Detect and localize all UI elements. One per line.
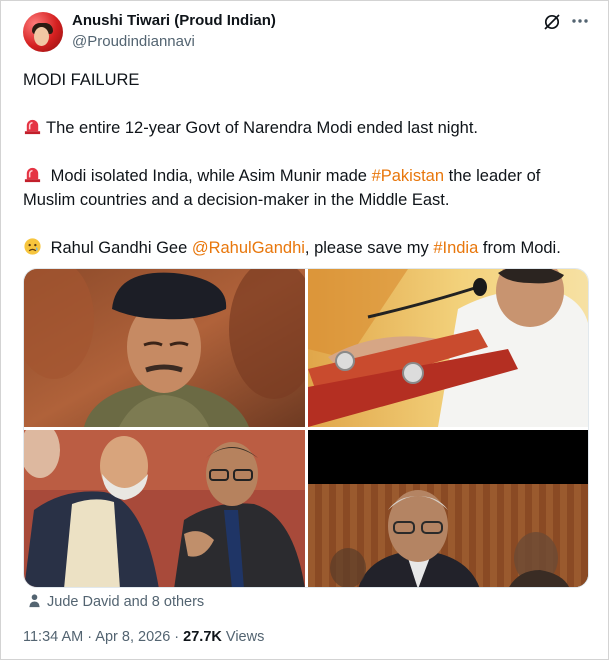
more-icon[interactable] xyxy=(570,11,590,31)
photo-speaker-podium[interactable] xyxy=(308,269,588,427)
tweet-text-segment: Modi isolated India, while Asim Munir ma… xyxy=(46,167,372,185)
media-grid xyxy=(23,268,589,588)
hashtag-india-link[interactable]: #India xyxy=(433,239,478,257)
tweet-card: Anushi Tiwari (Proud Indian) @Proudindia… xyxy=(0,0,609,660)
crying-face-emoji xyxy=(24,238,41,255)
tweet-text-segment: Rahul Gandhi Gee xyxy=(46,239,192,257)
tweet-date[interactable]: Apr 8, 2026 xyxy=(95,629,170,645)
tweet-text-segment: from Modi. xyxy=(478,239,561,257)
meta-separator: · xyxy=(170,629,184,645)
tagged-users-text: Jude David and 8 others xyxy=(47,594,205,610)
mention-rahulgandhi-link[interactable]: @RahulGandhi xyxy=(192,239,305,257)
meta-separator: · xyxy=(83,629,96,645)
rotating-light-emoji xyxy=(24,167,41,183)
person-icon xyxy=(29,594,40,608)
views-label: Views xyxy=(221,629,265,645)
tweet-time[interactable]: 11:34 AM xyxy=(23,629,83,645)
tweet-meta: 11:34 AM · Apr 8, 2026 · 27.7K Views xyxy=(23,629,264,645)
tweet-line-govt: The entire 12-year Govt of Narendra Modi… xyxy=(23,116,593,140)
photo-general-cap[interactable] xyxy=(24,269,305,427)
tweet-text-segment: , please save my xyxy=(304,239,434,257)
photo-two-men-talking[interactable] xyxy=(24,430,305,587)
tweet-line-govt-text: The entire 12-year Govt of Narendra Modi… xyxy=(46,119,478,137)
author-display-name[interactable]: Anushi Tiwari (Proud Indian) xyxy=(72,12,276,29)
rotating-light-emoji xyxy=(24,119,41,135)
tweet-line-headline: MODI FAILURE xyxy=(23,71,140,89)
hashtag-pakistan-link[interactable]: #Pakistan xyxy=(372,167,444,185)
tagged-users[interactable]: Jude David and 8 others xyxy=(27,593,204,610)
photo-man-glasses[interactable] xyxy=(308,430,588,587)
tweet-line-isolated: Modi isolated India, while Asim Munir ma… xyxy=(23,164,593,212)
author-handle[interactable]: @Proudindiannavi xyxy=(72,33,195,50)
author-avatar[interactable] xyxy=(23,12,63,52)
avatar-face xyxy=(34,27,49,46)
tweet-text: MODI FAILURE The entire 12-year Govt of … xyxy=(23,68,593,260)
views-count: 27.7K xyxy=(183,629,222,645)
tweet-line-rahul: Rahul Gandhi Gee @RahulGandhi, please sa… xyxy=(23,236,593,260)
grok-icon[interactable] xyxy=(542,12,562,32)
